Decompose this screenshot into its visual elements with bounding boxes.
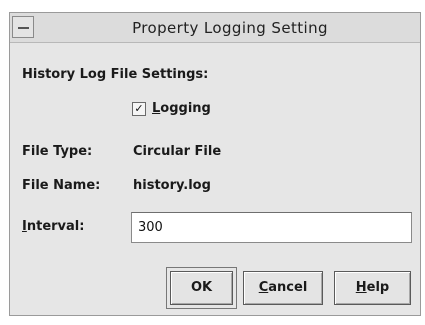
dialog-title: Property Logging Setting (132, 19, 328, 37)
title-bar[interactable]: Property Logging Setting (10, 13, 420, 43)
interval-input[interactable] (131, 212, 412, 243)
cancel-mnemonic: C (258, 280, 269, 295)
window-menu-button[interactable] (12, 16, 34, 38)
help-mnemonic: H (355, 280, 367, 295)
logging-label[interactable]: Logging (152, 101, 211, 116)
section-heading: History Log File Settings: (22, 67, 209, 82)
help-label-rest: elp (366, 280, 390, 295)
cancel-button[interactable]: Cancel (243, 271, 323, 305)
file-name-value: history.log (133, 178, 211, 193)
interval-label: Interval: (22, 219, 84, 234)
help-button[interactable]: Help (334, 271, 411, 305)
interval-label-rest: nterval: (26, 219, 85, 234)
minus-icon (18, 27, 29, 29)
file-name-label: File Name: (22, 178, 101, 193)
file-type-label: File Type: (22, 144, 93, 159)
cancel-label-rest: ancel (268, 280, 308, 295)
dialog-window: Property Logging Setting History Log Fil… (9, 12, 421, 316)
logging-label-rest: ogging (160, 101, 211, 116)
ok-button[interactable]: OK (170, 271, 233, 305)
logging-checkbox[interactable]: ✓ (132, 102, 146, 116)
file-type-value: Circular File (133, 144, 222, 159)
